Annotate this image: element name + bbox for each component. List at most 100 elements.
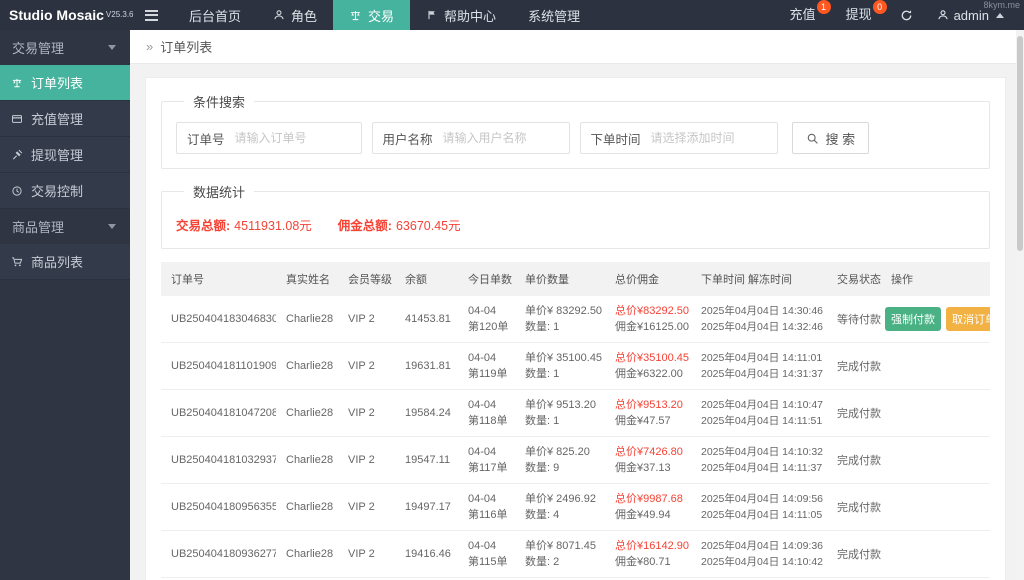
cell-times: 2025年04月04日 14:09:56 2025年04月04日 14:11:05: [691, 483, 827, 531]
top-menu: 后台首页 角色 交易 帮助中心 系统管理: [173, 0, 596, 30]
table-header-row: 订单号 真实姓名 会员等级 余额 今日单数 单价数量 总价佣金 下单时间 解冻时…: [161, 262, 990, 296]
menu-item-trade[interactable]: 交易: [333, 0, 411, 30]
cell-order-no: UB2504041811019091: [161, 342, 276, 390]
cell-times: 2025年04月04日 14:10:32 2025年04月04日 14:11:37: [691, 436, 827, 484]
cell-today-orders: 04-04 第118单: [458, 389, 515, 437]
cell-balance: 19497.17: [395, 483, 458, 531]
trade-total: 交易总额: 4511931.08元: [176, 219, 312, 233]
cell-real-name: Charlie28: [276, 436, 338, 484]
cell-real-name: Charlie28: [276, 530, 338, 578]
col-order-no: 订单号: [161, 262, 276, 296]
refresh-icon[interactable]: [890, 9, 923, 22]
page-title: 订单列表: [160, 40, 213, 55]
cell-today-orders: 04-04 第116单: [458, 483, 515, 531]
sidebar-group-trade-management[interactable]: 交易管理: [0, 30, 130, 65]
chevron-down-icon: [108, 45, 116, 50]
cell-order-no: UB2504041830468301: [161, 296, 276, 343]
sidebar-item-recharge-management[interactable]: 充值管理: [0, 101, 130, 137]
cell-total-commission: 总价¥9513.20 佣金¥47.57: [605, 389, 691, 437]
col-balance: 余额: [395, 262, 458, 296]
order-no-input[interactable]: [234, 125, 361, 151]
orders-table: 订单号 真实姓名 会员等级 余额 今日单数 单价数量 总价佣金 下单时间 解冻时…: [161, 262, 990, 580]
cell-member-level: VIP 2: [338, 530, 395, 578]
search-legend: 条件搜索: [193, 95, 246, 110]
menu-item-role[interactable]: 角色: [257, 0, 333, 30]
breadcrumb-arrow-icon: »: [146, 39, 154, 54]
search-fieldset: 条件搜索 订单号 用户名称 下单时间 搜 索: [161, 92, 990, 169]
menu-item-home[interactable]: 后台首页: [173, 0, 257, 30]
force-pay-button[interactable]: 强制付款: [885, 307, 941, 331]
gavel-icon: [12, 149, 23, 160]
cell-real-name: Charlie28: [276, 296, 338, 343]
card-icon: [12, 114, 22, 123]
cell-total-commission: 总价¥35100.45 佣金¥6322.00: [605, 342, 691, 390]
cell-actions: [881, 436, 990, 484]
scrollbar-thumb[interactable]: [1017, 36, 1023, 251]
recharge-link[interactable]: 充值 1: [778, 0, 831, 30]
cell-real-name: Charlie28: [276, 342, 338, 390]
cell-actions: [881, 389, 990, 437]
cell-total-commission: 总价¥9987.68 佣金¥49.94: [605, 483, 691, 531]
cancel-order-button[interactable]: 取消订单: [946, 307, 990, 331]
cell-member-level: VIP 2: [338, 483, 395, 531]
cell-balance: 19584.24: [395, 389, 458, 437]
breadcrumb: » 订单列表: [130, 30, 1024, 64]
orders-table-wrap: 订单号 真实姓名 会员等级 余额 今日单数 单价数量 总价佣金 下单时间 解冻时…: [161, 262, 990, 580]
col-today-orders: 今日单数: [458, 262, 515, 296]
table-row: UB2504041830468301 Charlie28 VIP 2 41453…: [161, 296, 990, 343]
flag-icon: [428, 10, 435, 20]
cell-real-name: Charlie28: [276, 483, 338, 531]
order-time-field-group: 下单时间: [579, 122, 778, 154]
col-order-unfreeze-time: 下单时间 解冻时间: [691, 262, 827, 296]
sidebar-item-product-list[interactable]: 商品列表: [0, 244, 130, 280]
cell-trade-status: 完成付款: [827, 389, 881, 437]
order-time-input[interactable]: [650, 125, 777, 151]
user-icon: [274, 10, 284, 20]
recharge-badge: 1: [816, 0, 831, 14]
sidebar-item-trade-control[interactable]: 交易控制: [0, 173, 130, 209]
cell-times: 2025年04月04日 14:09:36 2025年04月04日 14:10:42: [691, 530, 827, 578]
cell-balance: 19547.11: [395, 436, 458, 484]
main-content: » 订单列表 条件搜索 订单号 用户名称 下单时间: [130, 30, 1024, 580]
watermark: 8kym.me: [983, 0, 1020, 10]
menu-item-help-center[interactable]: 帮助中心: [410, 0, 512, 30]
scales-icon: [351, 10, 360, 20]
username-input[interactable]: [442, 125, 569, 151]
cell-today-orders: 04-04 第115单: [458, 530, 515, 578]
order-no-label: 订单号: [187, 132, 225, 147]
order-list-icon: [12, 78, 22, 87]
cell-unit-price-qty: 单价¥ 9513.20 数量: 1: [515, 389, 605, 437]
cell-real-name: Charlie28: [276, 389, 338, 437]
cell-unit-price-qty: 单价¥ 8071.45 数量: 2: [515, 530, 605, 578]
menu-item-system[interactable]: 系统管理: [512, 0, 596, 30]
sidebar-item-order-list[interactable]: 订单列表: [0, 65, 130, 101]
cell-trade-status: 完成付款: [827, 530, 881, 578]
cell-member-level: VIP 2: [338, 389, 395, 437]
stats-fieldset: 数据统计 交易总额: 4511931.08元 佣金总额: 63670.45元: [161, 182, 990, 249]
table-row: UB2504041810329370 Charlie28 VIP 2 19547…: [161, 436, 990, 484]
cell-order-no: UB2504041810329370: [161, 436, 276, 484]
col-trade-status: 交易状态: [827, 262, 881, 296]
cell-unit-price-qty: 单价¥ 35100.45 数量: 1: [515, 342, 605, 390]
cell-times: 2025年04月04日 14:11:01 2025年04月04日 14:31:37: [691, 342, 827, 390]
cell-trade-status: 完成付款: [827, 483, 881, 531]
cell-today-orders: 04-04 第119单: [458, 342, 515, 390]
search-button[interactable]: 搜 索: [791, 122, 870, 154]
table-row: UB2504041809362777 Charlie28 VIP 2 19416…: [161, 530, 990, 578]
cell-actions: [881, 342, 990, 390]
cell-trade-status: 完成付款: [827, 342, 881, 390]
cell-actions: 强制付款取消订单: [881, 296, 990, 343]
hamburger-menu-icon[interactable]: [130, 0, 173, 30]
cell-order-no: UB2504041810472085: [161, 389, 276, 437]
col-actions: 操作: [881, 262, 990, 296]
withdraw-link[interactable]: 提现 0: [834, 0, 887, 30]
commission-total: 佣金总额: 63670.45元: [337, 219, 461, 233]
cell-balance: 19416.46: [395, 530, 458, 578]
col-real-name: 真实姓名: [276, 262, 338, 296]
order-time-label: 下单时间: [590, 132, 641, 147]
cell-actions: [881, 483, 990, 531]
sidebar-group-product-management[interactable]: 商品管理: [0, 209, 130, 244]
cell-trade-status: 完成付款: [827, 436, 881, 484]
sidebar-item-withdraw-management[interactable]: 提现管理: [0, 137, 130, 173]
table-row: UB2504041809563552 Charlie28 VIP 2 19497…: [161, 483, 990, 531]
